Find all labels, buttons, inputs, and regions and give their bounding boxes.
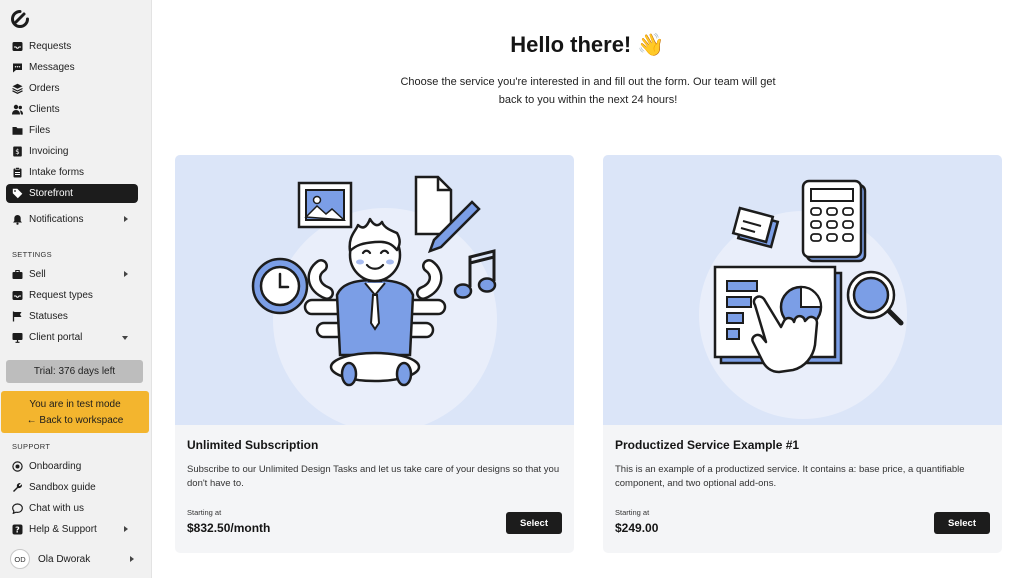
service-description: Subscribe to our Unlimited Design Tasks …	[187, 464, 560, 489]
sidebar-item-sandbox-guide[interactable]: Sandbox guide	[6, 478, 138, 497]
inbox-icon	[12, 290, 23, 301]
service-price: $249.00	[615, 521, 659, 535]
sidebar-item-invoicing[interactable]: $ Invoicing	[6, 142, 138, 161]
settings-section-label: SETTINGS	[12, 250, 52, 259]
sidebar-item-label: Requests	[29, 41, 72, 52]
service-price: $832.50/month	[187, 521, 271, 535]
multitasking-person-illustration	[251, 175, 497, 425]
chevron-right-icon	[124, 271, 128, 277]
sidebar-item-files[interactable]: Files	[6, 121, 138, 140]
sidebar-item-label: Clients	[29, 104, 60, 115]
sidebar-item-client-portal[interactable]: Client portal	[6, 328, 138, 347]
sidebar-item-storefront[interactable]: Storefront	[6, 184, 138, 203]
layers-icon	[12, 83, 23, 94]
starting-at-label: Starting at	[615, 508, 650, 517]
invoice-icon: $	[12, 146, 23, 157]
chevron-down-icon	[122, 336, 128, 340]
page-intro: Choose the service you're interested in …	[400, 76, 776, 106]
app-logo-icon[interactable]	[10, 9, 30, 29]
trial-badge[interactable]: Trial: 376 days left	[6, 360, 143, 383]
sidebar-item-request-types[interactable]: Request types	[6, 286, 138, 305]
sidebar-item-chat[interactable]: Chat with us	[6, 499, 138, 518]
sidebar-item-label: Statuses	[29, 311, 68, 322]
sidebar-item-orders[interactable]: Orders	[6, 79, 138, 98]
service-card[interactable]: Unlimited Subscription Subscribe to our …	[175, 155, 574, 553]
users-icon	[12, 104, 23, 115]
sidebar-item-label: Orders	[29, 83, 60, 94]
sidebar-item-label: Client portal	[29, 332, 83, 343]
service-card[interactable]: Productized Service Example #1 This is a…	[603, 155, 1002, 553]
service-name: Unlimited Subscription	[187, 438, 319, 452]
sidebar-item-requests[interactable]: Requests	[6, 37, 138, 56]
bell-icon	[12, 214, 23, 225]
help-icon: ?	[12, 524, 23, 535]
avatar: OD	[10, 549, 30, 569]
monitor-icon	[12, 332, 23, 343]
select-button[interactable]: Select	[506, 512, 562, 534]
service-illustration	[603, 155, 1002, 425]
sidebar-item-label: Chat with us	[29, 503, 85, 514]
back-to-workspace-label: Back to workspace	[39, 415, 124, 426]
select-button[interactable]: Select	[934, 512, 990, 534]
support-section-label: SUPPORT	[12, 442, 51, 451]
test-mode-banner[interactable]: You are in test mode ← Back to workspace	[1, 391, 149, 433]
sidebar-item-statuses[interactable]: Statuses	[6, 307, 138, 326]
sidebar-item-label: Sell	[29, 269, 46, 280]
sidebar: Requests Messages Orders Clients Files $…	[0, 0, 152, 578]
chat-icon	[12, 503, 23, 514]
flag-icon	[12, 311, 23, 322]
arrow-left-icon: ←	[26, 415, 37, 426]
sidebar-item-onboarding[interactable]: Onboarding	[6, 457, 138, 476]
sidebar-item-sell[interactable]: Sell	[6, 265, 138, 284]
folder-icon	[12, 125, 23, 136]
target-icon	[12, 461, 23, 472]
svg-text:?: ?	[15, 526, 20, 535]
sidebar-item-messages[interactable]: Messages	[6, 58, 138, 77]
user-menu[interactable]: OD Ola Dworak	[6, 548, 138, 570]
chevron-right-icon	[124, 526, 128, 532]
tag-icon	[12, 188, 23, 199]
service-name: Productized Service Example #1	[615, 438, 800, 452]
clipboard-icon	[12, 167, 23, 178]
starting-at-label: Starting at	[187, 508, 222, 517]
sidebar-item-label: Files	[29, 125, 51, 136]
sidebar-item-label: Request types	[29, 290, 93, 301]
page-title: Hello there! 👋	[510, 32, 665, 57]
sidebar-item-label: Onboarding	[29, 461, 82, 472]
sidebar-item-label: Help & Support	[29, 524, 97, 535]
sidebar-item-label: Invoicing	[29, 146, 69, 157]
sidebar-item-intake-forms[interactable]: Intake forms	[6, 163, 138, 182]
sidebar-item-help-support[interactable]: ? Help & Support	[6, 520, 138, 539]
test-mode-text: You are in test mode	[29, 399, 121, 410]
sidebar-item-label: Intake forms	[29, 167, 85, 178]
analytics-dashboard-illustration	[699, 179, 907, 419]
briefcase-icon	[12, 269, 23, 280]
inbox-icon	[12, 41, 23, 52]
chevron-right-icon	[130, 556, 134, 562]
service-description: This is an example of a productized serv…	[615, 464, 965, 489]
sidebar-item-label: Notifications	[29, 214, 84, 225]
sidebar-item-notifications[interactable]: Notifications	[6, 210, 138, 229]
wrench-icon	[12, 482, 23, 493]
sidebar-item-clients[interactable]: Clients	[6, 100, 138, 119]
sidebar-item-label: Sandbox guide	[29, 482, 96, 493]
service-illustration	[175, 155, 574, 425]
sidebar-item-label: Storefront	[29, 188, 73, 199]
message-icon	[12, 62, 23, 73]
chevron-right-icon	[124, 216, 128, 222]
svg-text:$: $	[15, 148, 19, 156]
user-name: Ola Dworak	[38, 553, 91, 565]
back-to-workspace-link[interactable]: ← Back to workspace	[1, 413, 149, 429]
sidebar-item-label: Messages	[29, 62, 75, 73]
